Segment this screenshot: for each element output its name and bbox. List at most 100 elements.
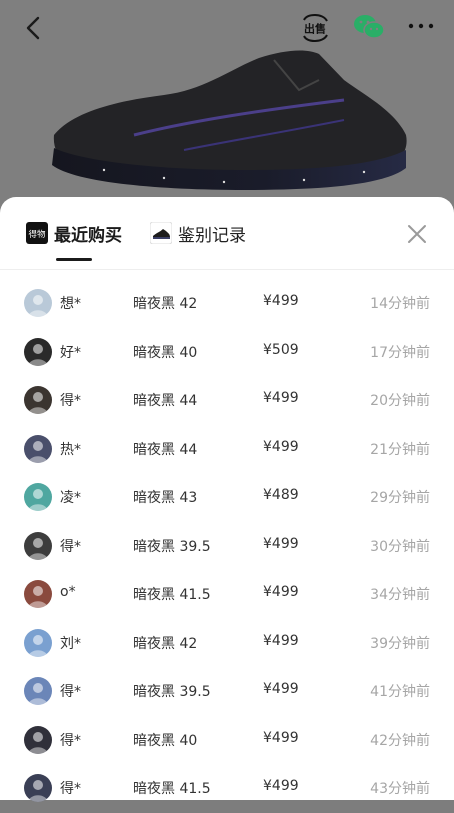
user-avatar-icon (24, 483, 52, 511)
purchase-price: ¥489 (263, 487, 299, 503)
user-avatar-icon (24, 337, 52, 366)
purchase-price: ¥499 (263, 778, 299, 794)
purchase-price: ¥499 (263, 293, 299, 309)
purchase-spec: 暗夜黑 44 (133, 393, 198, 409)
purchase-price: ¥499 (263, 729, 299, 746)
sell-label: 出售 (304, 22, 326, 36)
buyer-name: 凌* (60, 490, 81, 506)
avatar (24, 677, 52, 705)
user-avatar-icon (24, 386, 52, 414)
avatar (24, 531, 52, 560)
purchase-time: 21分钟前 (370, 441, 430, 458)
purchase-row: 凌* 暗夜黑 43 ¥489 29分钟前 (0, 473, 454, 522)
purchase-time: 17分钟前 (370, 344, 430, 361)
top-nav-bar: 出售 (0, 0, 454, 54)
purchase-spec: 暗夜黑 40 (133, 344, 198, 361)
more-options-button[interactable] (405, 16, 437, 36)
avatar (24, 580, 52, 608)
purchase-spec: 暗夜黑 40 (133, 732, 198, 749)
buyer-name: o* (60, 584, 76, 600)
back-button[interactable] (20, 14, 48, 42)
buyer-name: 热* (60, 441, 81, 458)
user-avatar-icon (24, 628, 52, 657)
user-avatar-icon (24, 677, 52, 705)
buyer-name: 得* (60, 538, 81, 555)
purchase-spec: 暗夜黑 44 (133, 441, 198, 458)
tab-authentication-records-label: 鉴别记录 (178, 225, 246, 246)
avatar (24, 434, 52, 463)
wechat-share-button[interactable] (352, 13, 386, 41)
purchase-price: ¥499 (263, 632, 299, 649)
close-icon (408, 225, 426, 243)
user-avatar-icon (24, 531, 52, 560)
buyer-name: 想* (60, 296, 81, 312)
purchase-spec: 暗夜黑 42 (133, 635, 198, 652)
user-avatar-icon (24, 580, 52, 608)
purchase-spec: 暗夜黑 43 (133, 490, 198, 506)
avatar (24, 483, 52, 511)
purchase-time: 42分钟前 (370, 732, 430, 749)
dewu-logo-icon: 得物 (26, 222, 48, 244)
purchase-row: 得* 暗夜黑 39.5 ¥499 41分钟前 (0, 667, 454, 716)
purchase-row: 热* 暗夜黑 44 ¥499 21分钟前 (0, 425, 454, 474)
purchase-time: 14分钟前 (370, 296, 430, 312)
user-avatar-icon (24, 289, 52, 317)
tab-authentication-records[interactable]: 鉴别记录 (150, 219, 246, 247)
recent-purchases-sheet: 得物 最近购买 鉴别记录 想* 暗夜黑 42 ¥499 14分钟前 好* 暗夜黑… (0, 197, 454, 802)
purchase-row: 刘* 暗夜黑 42 ¥499 39分钟前 (0, 619, 454, 668)
sell-icon: 出售 (303, 13, 328, 43)
avatar (24, 386, 52, 414)
purchase-price: ¥499 (263, 535, 299, 552)
sell-button[interactable]: 出售 (300, 13, 330, 43)
purchase-time: 41分钟前 (370, 684, 430, 700)
purchase-price: ¥499 (263, 390, 299, 406)
purchase-row: 得* 暗夜黑 40 ¥499 42分钟前 (0, 716, 454, 765)
tab-recent-purchases[interactable]: 得物 最近购买 (26, 219, 122, 247)
buyer-name: 得* (60, 732, 81, 749)
purchase-spec: 暗夜黑 41.5 (133, 781, 211, 797)
avatar (24, 725, 52, 754)
purchase-price: ¥509 (263, 341, 299, 358)
purchase-spec: 暗夜黑 42 (133, 296, 198, 312)
avatar (24, 289, 52, 317)
avatar (24, 337, 52, 366)
purchase-row: 想* 暗夜黑 42 ¥499 14分钟前 (0, 279, 454, 328)
dewu-logo-text: 得物 (28, 229, 46, 240)
purchase-time: 30分钟前 (370, 538, 430, 555)
active-tab-indicator (56, 258, 92, 261)
sheet-tabs: 得物 最近购买 鉴别记录 (0, 197, 454, 270)
user-avatar-icon (24, 725, 52, 754)
purchase-time: 43分钟前 (370, 781, 430, 797)
avatar (24, 628, 52, 657)
user-avatar-icon (24, 774, 52, 802)
chevron-left-icon (26, 16, 40, 40)
tab-recent-purchases-label: 最近购买 (54, 225, 122, 246)
close-sheet-button[interactable] (404, 221, 430, 247)
wechat-icon (354, 15, 385, 39)
sneaker-image (52, 50, 407, 190)
purchase-spec: 暗夜黑 39.5 (133, 538, 211, 555)
purchase-price: ¥499 (263, 438, 299, 455)
buyer-name: 好* (60, 344, 81, 361)
purchase-row: 得* 暗夜黑 41.5 ¥499 43分钟前 (0, 764, 454, 813)
purchase-row: 好* 暗夜黑 40 ¥509 17分钟前 (0, 328, 454, 377)
purchase-price: ¥499 (263, 584, 299, 600)
purchase-price: ¥499 (263, 681, 299, 697)
more-dots-icon (408, 23, 434, 29)
purchase-row: 得* 暗夜黑 39.5 ¥499 30分钟前 (0, 522, 454, 571)
buyer-name: 得* (60, 781, 81, 797)
purchase-time: 39分钟前 (370, 635, 430, 652)
purchase-spec: 暗夜黑 41.5 (133, 587, 211, 603)
purchase-time: 29分钟前 (370, 490, 430, 506)
purchase-row: o* 暗夜黑 41.5 ¥499 34分钟前 (0, 570, 454, 619)
user-avatar-icon (24, 434, 52, 463)
buyer-name: 刘* (60, 635, 81, 652)
purchase-list: 想* 暗夜黑 42 ¥499 14分钟前 好* 暗夜黑 40 ¥509 17分钟… (0, 279, 454, 813)
purchase-row: 得* 暗夜黑 44 ¥499 20分钟前 (0, 376, 454, 425)
purchase-spec: 暗夜黑 39.5 (133, 684, 211, 700)
sneaker-thumb-icon (150, 222, 172, 244)
buyer-name: 得* (60, 393, 81, 409)
avatar (24, 774, 52, 802)
purchase-time: 20分钟前 (370, 393, 430, 409)
buyer-name: 得* (60, 684, 81, 700)
